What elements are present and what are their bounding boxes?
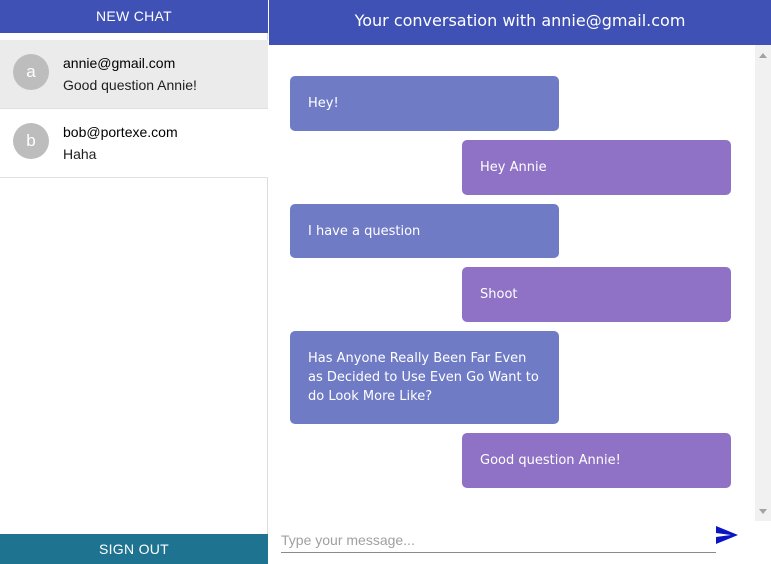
message-bubble-received: Has Anyone Really Been Far Even as Decid… xyxy=(290,331,559,424)
chat-list-item[interactable]: a annie@gmail.com Good question Annie! xyxy=(0,40,268,109)
message-scrollbar[interactable] xyxy=(755,45,771,521)
send-icon xyxy=(716,526,738,544)
chat-list: a annie@gmail.com Good question Annie! b… xyxy=(0,40,268,178)
message-bubble-sent: Shoot xyxy=(462,267,731,322)
scroll-down-arrow-icon[interactable] xyxy=(759,509,767,514)
chat-sidebar: NEW CHAT a annie@gmail.com Good question… xyxy=(0,0,268,564)
chat-preview: Good question Annie! xyxy=(63,77,197,93)
chat-email: bob@portexe.com xyxy=(63,124,178,140)
new-chat-button[interactable]: NEW CHAT xyxy=(0,0,268,33)
avatar: a xyxy=(13,54,49,90)
conversation-header: Your conversation with annie@gmail.com xyxy=(269,0,771,45)
message-input[interactable] xyxy=(281,527,716,553)
message-bubble-received: I have a question xyxy=(290,204,559,258)
chat-preview: Haha xyxy=(63,146,97,162)
message-bubble-received: Hey! xyxy=(290,76,559,131)
message-list: Hey! Hey Annie I have a question Shoot H… xyxy=(269,45,755,521)
message-bubble-sent: Hey Annie xyxy=(462,140,731,195)
scroll-up-arrow-icon[interactable] xyxy=(759,53,767,58)
sign-out-button[interactable]: SIGN OUT xyxy=(0,534,268,564)
send-button[interactable] xyxy=(714,524,740,546)
chat-list-item[interactable]: b bob@portexe.com Haha xyxy=(0,109,268,178)
chat-email: annie@gmail.com xyxy=(63,55,176,71)
avatar: b xyxy=(13,123,49,159)
message-bubble-sent: Good question Annie! xyxy=(462,433,731,488)
